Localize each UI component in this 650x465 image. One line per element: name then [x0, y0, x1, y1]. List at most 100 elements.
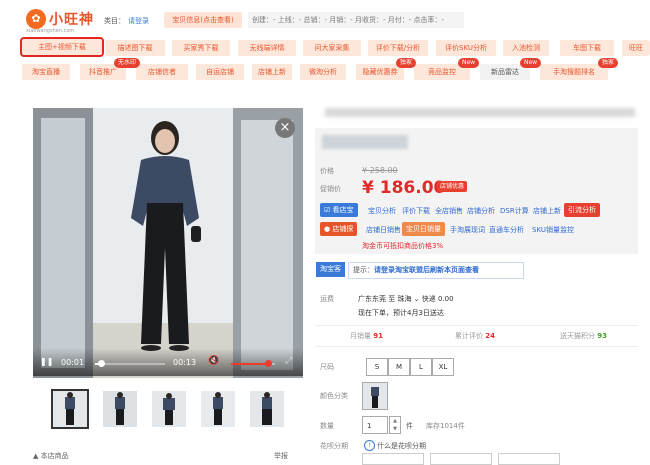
- weitao-analysis-button[interactable]: 微淘分析: [300, 64, 346, 80]
- thumbnail-5[interactable]: [250, 391, 284, 427]
- blurred-label: [322, 135, 408, 149]
- video-progress-track[interactable]: [95, 363, 165, 365]
- thumbnail-2[interactable]: [103, 391, 137, 427]
- main-image-video-download-button[interactable]: 主图+视频下载: [20, 37, 104, 57]
- color-label: 颜色分类: [320, 392, 348, 400]
- quantity-label: 数量: [320, 422, 334, 430]
- shop-new-button[interactable]: 店铺上新: [252, 64, 292, 80]
- thumbnail-image: [103, 391, 137, 427]
- review-count[interactable]: 累计评价 24: [455, 331, 495, 341]
- kanbao-icon: ☑: [324, 206, 333, 214]
- thumbnail-image: [152, 391, 186, 427]
- dianzhang-button[interactable]: ● 店铺探: [320, 222, 358, 236]
- thumbnail-image: [201, 391, 235, 427]
- item-daily-sales-button[interactable]: 宝贝日销量: [402, 222, 445, 236]
- brand-logo[interactable]: ✿ 小旺神: [26, 9, 94, 29]
- dianzhang-link-search-terms[interactable]: 手淘展现词: [450, 225, 485, 235]
- kanbao-button[interactable]: ☑ 看店宝: [320, 203, 358, 217]
- volume-fill: [231, 363, 269, 365]
- review-sku-analysis-button[interactable]: 评价SKU分析: [436, 40, 496, 56]
- review-download-button[interactable]: 评价下载/分析: [368, 40, 428, 56]
- buyer-show-download-button[interactable]: 买家秀下载: [172, 40, 230, 56]
- thumbnail-1[interactable]: [51, 389, 89, 429]
- self-run-shop-button[interactable]: 自运店铺: [196, 64, 244, 80]
- thumbnail-image: [250, 391, 284, 427]
- pool-check-button[interactable]: 入池检测: [503, 40, 549, 56]
- size-option-m[interactable]: M: [388, 358, 410, 376]
- sales-summary: 月销量 91 累计评价 24 送天猫积分 93: [315, 325, 638, 347]
- info-icon[interactable]: !: [364, 440, 375, 451]
- kanbao-link-review-download[interactable]: 评价下载: [402, 206, 430, 216]
- size-option-xl[interactable]: XL: [432, 358, 454, 376]
- promo-label: 促销价: [320, 185, 341, 193]
- size-option-s[interactable]: S: [366, 358, 388, 376]
- delivery-eta: 现在下单，预计4月3日送达: [358, 309, 444, 317]
- shop-offer-tag: 店铺优惠: [437, 181, 468, 192]
- traffic-analysis-button[interactable]: 引流分析: [564, 203, 600, 217]
- quantity-stepper[interactable]: ▲ ▼: [389, 416, 401, 434]
- kanbao-label: 看店宝: [332, 206, 354, 214]
- product-video[interactable]: [33, 108, 303, 378]
- mute-icon[interactable]: 🔇: [208, 356, 219, 366]
- kanbao-link-store-sales[interactable]: 全店销售: [435, 206, 463, 216]
- category-label: 类目：: [104, 17, 125, 25]
- fullscreen-icon[interactable]: ⤢: [285, 356, 292, 366]
- plugin-toolbar: ✿ 小旺神 xiaowangshen.com 类目： 请登录 宝贝信息(点击查看…: [0, 0, 650, 86]
- tmall-points: 送天猫积分 93: [560, 332, 607, 340]
- tip-login-link[interactable]: 请登录淘宝联盟后刷新本页面查看: [374, 266, 479, 274]
- taobaoke-tag: 淘宝客: [316, 262, 345, 277]
- shop-products-link[interactable]: ▲ 本店商品: [33, 451, 69, 461]
- car-image-download-button[interactable]: 车图下载: [560, 40, 614, 56]
- exclusive-badge: 独家: [396, 58, 417, 68]
- dianzhang-link-ztc-analysis[interactable]: 直通车分析: [489, 225, 524, 235]
- taobaoke-tip: 提示：请登录淘宝联盟后刷新本页面查看: [348, 262, 524, 279]
- brand-domain: xiaowangshen.com: [26, 28, 75, 34]
- size-option-l[interactable]: L: [410, 358, 432, 376]
- exclusive-badge: 独家: [598, 58, 619, 68]
- wangwang-button[interactable]: 旺旺: [622, 40, 650, 56]
- quantity-input[interactable]: 1: [362, 416, 388, 434]
- video-progress-handle[interactable]: [97, 360, 105, 367]
- new-badge: New: [458, 58, 480, 68]
- installment-label: 花呗分期: [320, 442, 348, 450]
- shop-info-button[interactable]: 店铺信者: [136, 64, 188, 80]
- duration: 00:13: [173, 358, 197, 367]
- installment-option-2[interactable]: [430, 453, 492, 465]
- stats-line: 创建：- 上线：- 总销：- 月销：- 月收货：- 月付：- 点击率：-: [248, 12, 464, 28]
- installment-option-3[interactable]: [498, 453, 560, 465]
- original-price: ¥ 258.00: [362, 166, 398, 175]
- dianzhang-link-sku-monitor[interactable]: SKU销量监控: [532, 225, 574, 235]
- promo-price: ¥ 186.00: [362, 178, 446, 198]
- volume-handle[interactable]: [265, 360, 273, 367]
- taobao-live-button[interactable]: 淘宝直播: [22, 64, 70, 80]
- kanbao-link-store-new[interactable]: 店铺上新: [533, 206, 561, 216]
- qa-collect-button[interactable]: 问大家采集: [303, 40, 361, 56]
- color-option[interactable]: [362, 382, 388, 410]
- mobile-detail-button[interactable]: 无线端详情: [238, 40, 296, 56]
- close-video-button[interactable]: ×: [275, 118, 295, 138]
- thumbnail-3[interactable]: [152, 391, 186, 427]
- item-info-button[interactable]: 宝贝信息(点击查看): [164, 12, 242, 28]
- coupon-note: 淘金币可抵扣商品价格3%: [362, 242, 444, 250]
- dianzhang-link-store-daily-sales[interactable]: 店铺日销售: [366, 225, 401, 235]
- brand-logo-icon: ✿: [26, 9, 46, 29]
- current-time: 00:01: [61, 358, 85, 367]
- product-photo-model: [33, 108, 303, 378]
- shipping-method: 快递 0.00: [421, 295, 454, 303]
- pause-icon[interactable]: ❚❚: [40, 357, 53, 366]
- thumbnail-4[interactable]: [201, 391, 235, 427]
- report-link[interactable]: 举报: [274, 451, 288, 461]
- desc-image-download-button[interactable]: 描述图下载: [105, 40, 165, 56]
- kanbao-link-item-analysis[interactable]: 宝贝分析: [368, 206, 396, 216]
- login-link[interactable]: 请登录: [128, 16, 149, 26]
- search-rank-button[interactable]: 手淘搜题排名: [540, 64, 608, 80]
- video-controls: ❚❚ 00:01 00:13 🔇 ⤢: [33, 348, 303, 376]
- color-swatch-image: [363, 383, 387, 409]
- shipping-route-text: 广东东莞 至 珠海: [358, 295, 412, 303]
- quantity-unit: 件: [406, 422, 413, 430]
- installment-help-link[interactable]: 什么是花呗分期: [377, 441, 426, 451]
- kanbao-link-store-analysis[interactable]: 店铺分析: [467, 206, 495, 216]
- installment-option-1[interactable]: [362, 453, 424, 465]
- chevron-down-icon[interactable]: ⌄: [411, 295, 421, 303]
- kanbao-link-dsr[interactable]: DSR计算: [500, 206, 529, 216]
